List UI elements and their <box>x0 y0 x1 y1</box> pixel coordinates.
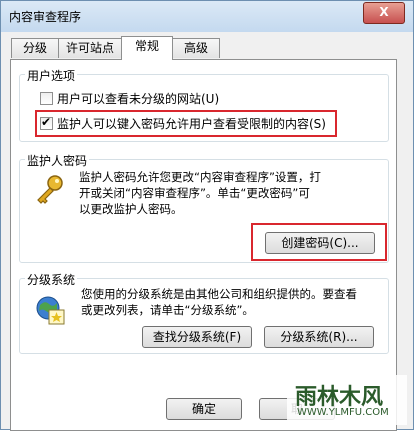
certificate-icon <box>35 294 67 326</box>
user-options-label: 用户选项 <box>25 67 78 84</box>
rating-systems-button[interactable]: 分级系统(R)... <box>264 326 374 348</box>
rating-desc-line1: 您使用的分级系统是由其他公司和组织提供的。要查看 <box>81 287 357 301</box>
supervisor-desc-line1: 监护人密码允许您更改“内容审查程序”设置，打 <box>79 170 321 184</box>
highlight-box-password-button <box>251 223 387 261</box>
watermark-logo: 雨林木风 WWW.YLMFU.COM <box>287 375 407 425</box>
tab-general[interactable]: 常规 <box>121 36 173 60</box>
tab-approved-sites[interactable]: 许可站点 <box>58 38 122 58</box>
title-bar[interactable]: 内容审查程序 X <box>1 1 413 32</box>
watermark-url: WWW.YLMFU.COM <box>297 407 389 418</box>
close-button[interactable]: X <box>363 2 405 24</box>
rating-systems-label: 分级系统 <box>25 271 78 288</box>
dialog-window: 内容审查程序 X 分级 许可站点 常规 高级 用户选项 用户可以查看未分级的网站… <box>0 0 414 431</box>
supervisor-password-label: 监护人密码 <box>25 152 90 169</box>
tab-rating[interactable]: 分级 <box>11 38 59 58</box>
unrated-sites-checkbox[interactable] <box>40 92 53 105</box>
key-icon <box>33 173 65 205</box>
supervisor-desc-line2: 开或关闭“内容审查程序”。单击“更改密码”可 <box>79 186 310 200</box>
ok-button[interactable]: 确定 <box>166 398 242 420</box>
highlight-box-option <box>35 110 337 137</box>
rating-desc-line2: 或更改列表，请单击“分级系统”。 <box>81 303 254 317</box>
find-rating-systems-button[interactable]: 查找分级系统(F) <box>142 326 252 348</box>
supervisor-desc-line3: 以更改监护人密码。 <box>79 202 183 216</box>
tab-advanced[interactable]: 高级 <box>172 38 220 58</box>
window-title: 内容审查程序 <box>9 10 82 24</box>
unrated-sites-label[interactable]: 用户可以查看未分级的网站(U) <box>57 90 219 107</box>
